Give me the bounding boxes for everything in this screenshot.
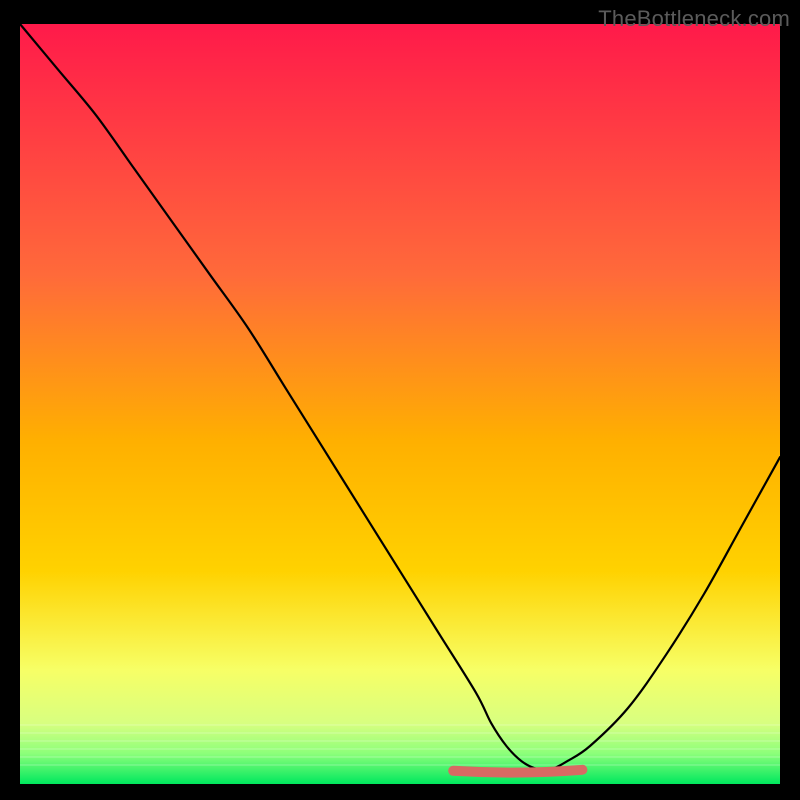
- watermark-text: TheBottleneck.com: [598, 6, 790, 32]
- chart-frame: TheBottleneck.com: [0, 0, 800, 800]
- bottleneck-chart: [0, 0, 800, 800]
